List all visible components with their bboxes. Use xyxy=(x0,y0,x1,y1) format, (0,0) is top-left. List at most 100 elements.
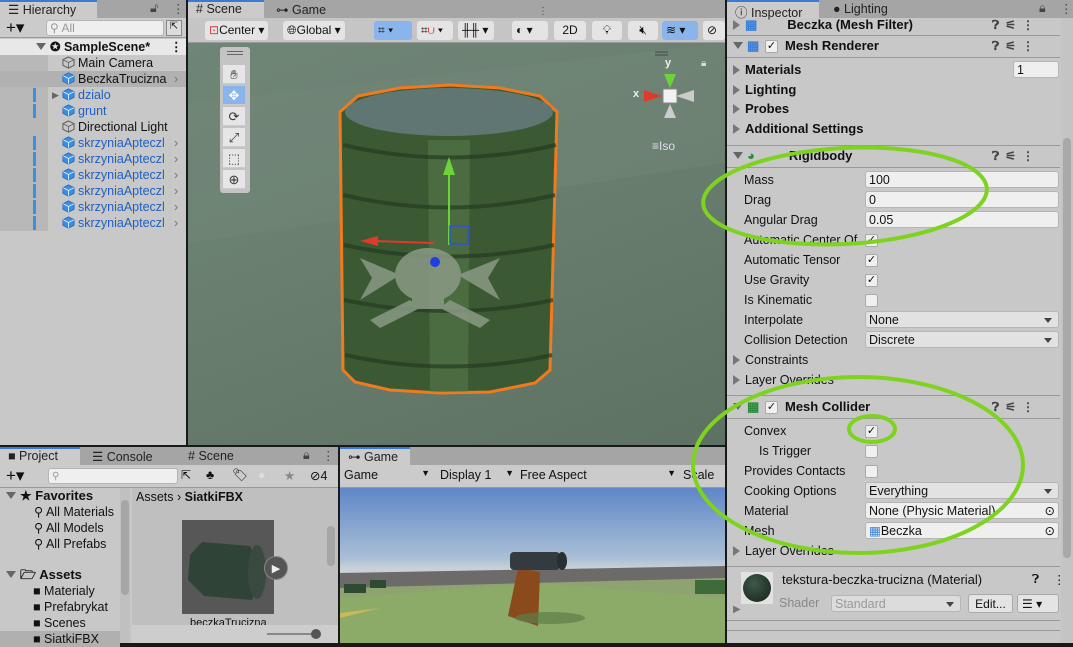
shader-options-button[interactable]: ☰ ▾ xyxy=(1017,594,1059,613)
scene-viewport[interactable]: y x 🔒︎ ≡Iso ✋︎ ✥ ⟳ ⤢ ⬚ ⊕ xyxy=(188,43,725,445)
constraints-foldout[interactable]: Constraints xyxy=(733,351,808,369)
angular-drag-field[interactable]: 0.05 xyxy=(865,211,1059,228)
asset-folder[interactable]: ■ Prefabrykat xyxy=(33,599,108,615)
lock-icon[interactable]: 🔒︎ xyxy=(701,58,706,69)
asset-folder-selected[interactable]: ■ SiatkiFBX xyxy=(0,631,120,647)
hierarchy-item[interactable]: Main Camera xyxy=(0,55,186,71)
hierarchy-item[interactable]: ▶ dzialo xyxy=(0,87,186,103)
object-picker-icon[interactable]: ⊙ xyxy=(1045,503,1055,518)
open-prefab-icon[interactable]: › xyxy=(174,215,178,231)
object-picker-icon[interactable]: ⊙ xyxy=(1045,523,1055,538)
interpolate-dropdown[interactable]: None xyxy=(865,311,1059,328)
thumbnail-size-slider[interactable] xyxy=(267,629,321,639)
expand-icon[interactable] xyxy=(36,43,46,50)
transform-tool[interactable]: ⊕ xyxy=(223,170,245,189)
tab-game[interactable]: ⊶ Game xyxy=(268,0,334,18)
shading-mode-button[interactable]: ◐ ▾ xyxy=(512,21,548,40)
checkbox-provides-contacts[interactable] xyxy=(865,465,878,478)
scale-slider[interactable]: Scale xyxy=(683,468,714,482)
add-icon[interactable]: +▾ xyxy=(6,466,24,485)
ruler-button[interactable]: ╫╫ ▾ xyxy=(458,21,494,40)
hierarchy-item[interactable]: skrzyniaApteczl › xyxy=(0,151,186,167)
hierarchy-item[interactable]: skrzyniaApteczl › xyxy=(0,199,186,215)
open-prefab-icon[interactable]: › xyxy=(174,135,178,151)
component-header-mesh-filter[interactable]: ▦ Beczka (Mesh Filter) ❓︎⚟⋮ xyxy=(727,14,1060,36)
help-icon[interactable]: ❓︎ xyxy=(992,149,1005,163)
rect-tool[interactable]: ⬚ xyxy=(223,149,245,168)
help-icon[interactable]: ❓︎ xyxy=(992,18,1005,32)
physic-material-field[interactable]: None (Physic Material) ⊙ xyxy=(865,502,1059,519)
overlay-handle[interactable] xyxy=(227,51,243,55)
foldout-probes[interactable]: Probes xyxy=(733,100,789,118)
favorite-item[interactable]: ⚲ All Materials xyxy=(34,504,114,520)
favorites-folder[interactable]: ★ Favorites xyxy=(6,488,93,504)
tab-hierarchy[interactable]: ☰ Hierarchy xyxy=(0,0,97,18)
tab-scene[interactable]: # Scene xyxy=(180,447,242,465)
preset-icon[interactable]: ⚟ xyxy=(1005,18,1022,32)
edit-shader-button[interactable]: Edit... xyxy=(968,594,1013,613)
layer-overrides-foldout[interactable]: Layer Overrides xyxy=(733,371,834,389)
component-header-rigidbody[interactable]: ◕ Rigidbody ❓︎⚟⋮ xyxy=(727,145,1060,167)
checkbox-convex[interactable]: ✓ xyxy=(865,425,878,438)
hierarchy-item[interactable]: skrzyniaApteczl › xyxy=(0,215,186,231)
layer-overrides-foldout[interactable]: Layer Overrides xyxy=(733,542,834,560)
hand-tool[interactable]: ✋︎ xyxy=(223,65,245,84)
tree-scrollbar[interactable] xyxy=(120,488,130,643)
hierarchy-item[interactable]: BeczkaTrucizna › xyxy=(0,71,186,87)
mesh-collider-enabled-checkbox[interactable]: ✓ xyxy=(765,401,778,414)
content-scrollbar[interactable] xyxy=(326,516,336,626)
checkbox-automatic-tensor[interactable]: ✓ xyxy=(865,254,878,267)
assets-folder[interactable]: 🗁 Assets xyxy=(6,567,82,583)
pivot-dropdown[interactable]: ⊡Center ▾ xyxy=(205,21,269,40)
more-icon[interactable]: ⋮ xyxy=(538,6,548,17)
checkbox-use-gravity[interactable]: ✓ xyxy=(865,274,878,287)
help-icon[interactable]: ❓︎ xyxy=(1032,572,1039,587)
asset-folder[interactable]: ■ Scenes xyxy=(33,615,86,631)
projection-toggle[interactable]: ≡Iso xyxy=(652,139,675,153)
material-foldout-icon[interactable]: ▶ xyxy=(733,604,741,615)
lock-icon[interactable]: 🔒︎ xyxy=(303,448,310,463)
more-icon[interactable]: ⋮ xyxy=(322,448,335,463)
component-menu-icon[interactable]: ⋮ xyxy=(1022,39,1040,53)
open-prefab-icon[interactable]: › xyxy=(174,183,178,199)
hierarchy-item[interactable]: skrzyniaApteczl › xyxy=(0,183,186,199)
open-prefab-icon[interactable]: › xyxy=(174,71,178,87)
hierarchy-item[interactable]: skrzyniaApteczl › xyxy=(0,135,186,151)
cooking-options-dropdown[interactable]: Everything xyxy=(865,482,1059,499)
mass-field[interactable]: 100 xyxy=(865,171,1059,188)
snap-increment-button[interactable]: ⌗∪ ▾ xyxy=(417,21,453,40)
foldout-additional-settings[interactable]: Additional Settings xyxy=(733,120,863,138)
add-icon[interactable]: +▾ xyxy=(6,18,24,37)
foldout-lighting[interactable]: Lighting xyxy=(733,81,796,99)
preset-icon[interactable]: ⚟ xyxy=(1005,39,1022,53)
component-menu-icon[interactable]: ⋮ xyxy=(1022,149,1040,163)
favorite-item[interactable]: ⚲ All Prefabs xyxy=(34,536,106,552)
hierarchy-search-input[interactable]: ⚲ All xyxy=(46,20,164,36)
play-preview-icon[interactable]: ▶ xyxy=(264,556,288,580)
more-icon[interactable]: ⋮ xyxy=(1060,1,1073,16)
inspector-scrollbar[interactable] xyxy=(1061,18,1073,643)
2d-toggle[interactable]: 2D xyxy=(554,21,586,40)
favorite-item[interactable]: ⚲ All Models xyxy=(34,520,104,536)
hierarchy-item[interactable]: Directional Light xyxy=(0,119,186,135)
materials-count-field[interactable]: 1 xyxy=(1013,61,1059,78)
display-dropdown[interactable]: Display 1 ▼ xyxy=(440,468,514,482)
aspect-dropdown[interactable]: Free Aspect ▼ xyxy=(520,468,676,482)
more-icon[interactable]: ⋮ xyxy=(172,1,185,16)
checkbox-is-trigger[interactable] xyxy=(865,445,878,458)
materials-foldout[interactable]: Materials xyxy=(733,61,801,79)
asset-thumbnail[interactable] xyxy=(182,520,274,614)
collision-detection-dropdown[interactable]: Discrete xyxy=(865,331,1059,348)
hierarchy-item[interactable]: grunt xyxy=(0,103,186,119)
project-search-input[interactable]: ⚲ xyxy=(48,468,178,484)
component-menu-icon[interactable]: ⋮ xyxy=(1022,400,1040,414)
space-dropdown[interactable]: 🌐︎Global ▾ xyxy=(283,21,345,40)
visibility-toggle[interactable]: ⊘ xyxy=(703,21,725,40)
component-menu-icon[interactable]: ⋮ xyxy=(1053,572,1066,587)
lighting-toggle[interactable]: 💡︎ xyxy=(592,21,622,40)
drag-field[interactable]: 0 xyxy=(865,191,1059,208)
label-icon[interactable]: 🏷︎ xyxy=(232,468,248,483)
hierarchy-item[interactable]: skrzyniaApteczl › xyxy=(0,167,186,183)
tab-project[interactable]: ■ Project xyxy=(0,447,80,465)
star-icon[interactable]: ★ xyxy=(284,468,295,483)
